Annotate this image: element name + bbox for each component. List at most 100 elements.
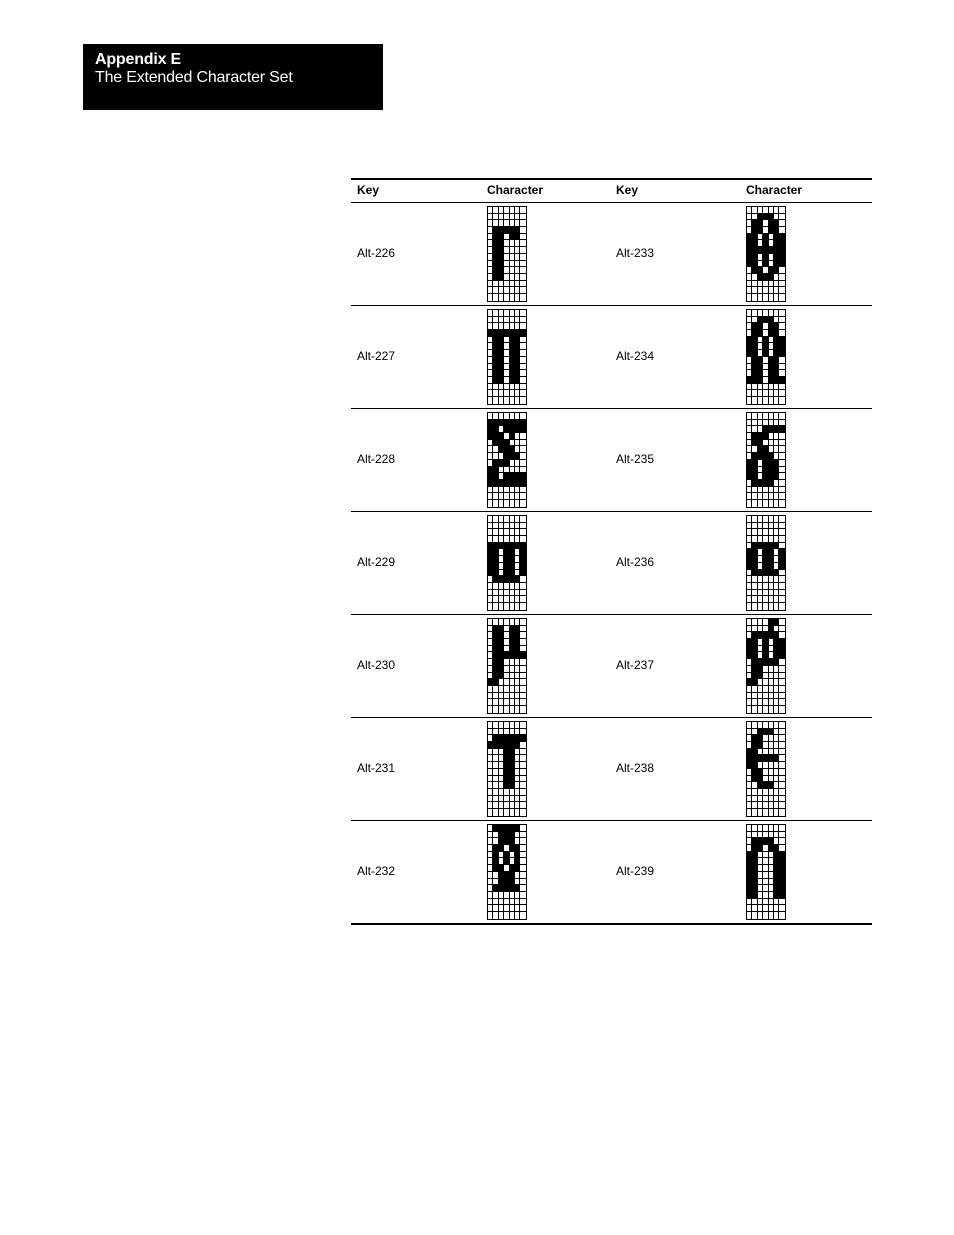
pixel-off <box>520 699 526 706</box>
pixel-off <box>779 227 785 234</box>
pixel-on <box>779 851 785 859</box>
pixel-off <box>779 420 785 427</box>
key-label-left: Alt-229 <box>357 555 396 569</box>
pixel-off <box>520 261 526 268</box>
pixel-off <box>520 500 525 507</box>
pixel-off <box>520 220 526 228</box>
character-bitmap-sigma <box>487 412 527 508</box>
pixel-off <box>779 659 785 666</box>
pixel-off <box>520 516 526 523</box>
pixel-off <box>520 632 526 640</box>
pixel-off <box>520 207 526 214</box>
pixel-off <box>779 460 785 467</box>
pixel-off <box>779 762 785 769</box>
pixel-on <box>779 426 785 434</box>
pixel-off <box>520 281 526 288</box>
column-header-key-right: Key <box>616 183 639 197</box>
column-header-character-left: Character <box>487 183 544 197</box>
pixel-off <box>779 446 785 454</box>
pixel-off <box>779 729 785 736</box>
pixel-off <box>779 693 785 700</box>
key-label-left: Alt-231 <box>357 761 396 775</box>
pixel-off <box>779 769 785 776</box>
pixel-off <box>779 603 784 610</box>
pixel-off <box>520 596 526 603</box>
pixel-off <box>520 885 526 892</box>
pixel-on <box>520 735 526 743</box>
pixel-off <box>779 287 785 294</box>
pixel-on <box>779 562 785 570</box>
pixel-off <box>520 838 526 846</box>
pixel-off <box>520 310 526 317</box>
character-bitmap-theta <box>746 206 786 302</box>
pixel-off <box>520 796 526 803</box>
character-bitmap-gamma <box>487 206 527 302</box>
pixel-on <box>520 652 526 660</box>
pixel-off <box>779 576 785 583</box>
pixel-on <box>779 639 785 646</box>
pixel-off <box>779 619 785 626</box>
pixel-off <box>520 646 526 653</box>
pixel-off <box>779 500 784 507</box>
pixel-off <box>779 473 785 480</box>
pixel-off <box>520 782 526 789</box>
character-bitmap-sigma-small <box>487 515 527 611</box>
pixel-off <box>520 679 526 686</box>
pixel-off <box>520 879 526 886</box>
pixel-off <box>779 397 784 404</box>
pixel-off <box>779 809 784 816</box>
pixel-off <box>779 632 785 640</box>
column-header-key-left: Key <box>357 183 380 197</box>
pixel-off <box>520 706 525 713</box>
pixel-off <box>520 872 526 879</box>
pixel-off <box>520 693 526 700</box>
character-table: Key Character Key Character Alt-226 Alt-2… <box>351 178 872 925</box>
pixel-off <box>520 240 526 248</box>
appendix-title: The Extended Character Set <box>95 69 293 86</box>
pixel-off <box>779 673 785 680</box>
pixel-off <box>779 453 785 460</box>
pixel-off <box>779 207 785 214</box>
pixel-off <box>520 776 526 783</box>
pixel-off <box>520 749 526 756</box>
pixel-off <box>520 639 526 646</box>
pixel-off <box>779 742 785 749</box>
pixel-off <box>520 357 526 364</box>
pixel-off <box>520 590 526 597</box>
pixel-off <box>779 523 785 530</box>
pixel-off <box>779 529 785 537</box>
pixel-off <box>520 433 526 440</box>
pixel-off <box>520 659 526 666</box>
pixel-off <box>779 802 785 809</box>
table-row: Alt-228 Alt-235 <box>351 409 872 512</box>
table-row: Alt-232 Alt-239 <box>351 821 872 925</box>
pixel-off <box>520 323 526 331</box>
pixel-off <box>520 729 526 736</box>
pixel-off <box>779 776 785 783</box>
pixel-off <box>779 706 784 713</box>
pixel-off <box>520 899 526 906</box>
pixel-on <box>779 376 785 384</box>
pixel-on <box>779 240 785 248</box>
pixel-off <box>779 543 785 550</box>
character-bitmap-infinity <box>746 515 786 611</box>
pixel-off <box>779 323 785 331</box>
pixel-off <box>779 413 785 420</box>
pixel-off <box>520 755 526 763</box>
pixel-off <box>779 789 785 796</box>
character-bitmap-delta <box>746 412 786 508</box>
pixel-off <box>520 892 526 899</box>
character-bitmap-epsilon <box>746 721 786 817</box>
pixel-off <box>520 384 526 391</box>
key-label-left: Alt-232 <box>357 864 396 878</box>
pixel-off <box>520 673 526 680</box>
appendix-header: Appendix E The Extended Character Set <box>83 44 383 110</box>
pixel-off <box>779 735 785 743</box>
pixel-off <box>520 845 526 852</box>
pixel-off <box>520 493 526 500</box>
pixel-on <box>779 260 785 268</box>
pixel-off <box>520 267 526 274</box>
pixel-off <box>779 214 785 221</box>
pixel-off <box>779 467 785 474</box>
key-label-right: Alt-235 <box>616 452 655 466</box>
